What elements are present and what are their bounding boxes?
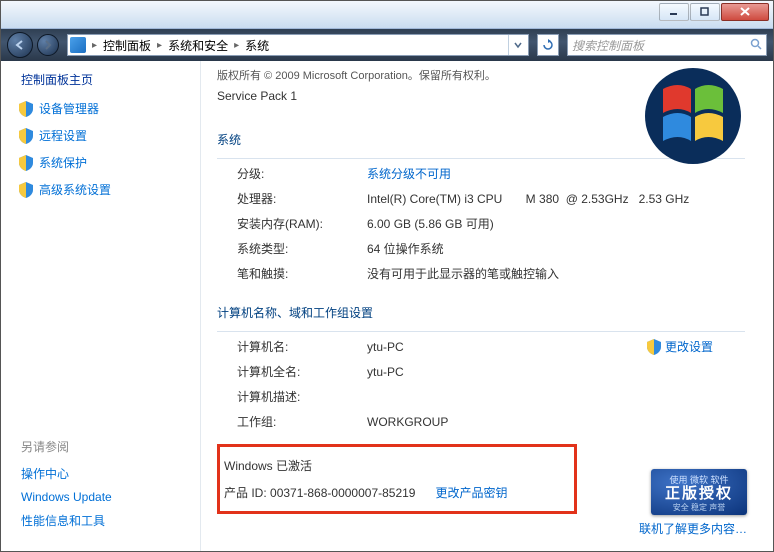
cpu-label: 处理器:: [237, 190, 367, 207]
change-product-key-link[interactable]: 更改产品密钥: [435, 484, 507, 501]
shield-icon: [647, 339, 661, 355]
sidebar-item-device-manager[interactable]: 设备管理器: [19, 100, 194, 117]
address-bar: ▸ 控制面板 ▸ 系统和安全 ▸ 系统 搜索控制面板: [1, 29, 773, 61]
pen-touch-label: 笔和触摸:: [237, 265, 367, 282]
computer-desc-label: 计算机描述:: [237, 388, 367, 405]
back-button[interactable]: [7, 32, 33, 58]
sidebar-item-label: 高级系统设置: [39, 181, 111, 198]
product-id-line: 产品 ID: 00371-868-0000007-85219: [224, 484, 415, 501]
workgroup-label: 工作组:: [237, 413, 367, 430]
cpu-value: Intel(R) Core(TM) i3 CPU M 380 @ 2.53GHz…: [367, 192, 745, 206]
close-button[interactable]: [721, 3, 769, 21]
system-type-label: 系统类型:: [237, 240, 367, 257]
refresh-button[interactable]: [537, 34, 559, 56]
shield-icon: [19, 155, 33, 171]
sidebar: 控制面板主页 设备管理器 远程设置 系统保护 高级系统设置 另请参阅 操作中心 …: [1, 61, 201, 551]
sidebar-item-label: 设备管理器: [39, 100, 99, 117]
control-panel-icon: [70, 37, 86, 53]
system-type-value: 64 位操作系统: [367, 240, 745, 257]
see-also-title: 另请参阅: [19, 438, 194, 455]
crumb-system-security[interactable]: 系统和安全: [166, 37, 230, 54]
shield-icon: [19, 101, 33, 117]
chevron-right-icon[interactable]: ▸: [89, 40, 100, 51]
see-also-action-center[interactable]: 操作中心: [19, 465, 194, 482]
activation-highlight-box: Windows 已激活 产品 ID: 00371-868-0000007-852…: [217, 444, 577, 514]
sidebar-item-remote-settings[interactable]: 远程设置: [19, 127, 194, 144]
ram-value: 6.00 GB (5.86 GB 可用): [367, 215, 745, 232]
badge-line2: 正版授权: [651, 486, 747, 502]
chevron-right-icon[interactable]: ▸: [231, 40, 242, 51]
activation-status: Windows 已激活: [222, 457, 564, 474]
rating-label: 分级:: [237, 165, 367, 182]
shield-icon: [19, 182, 33, 198]
badge-line3: 安全 稳定 声誉: [651, 502, 747, 513]
sidebar-item-label: 远程设置: [39, 127, 87, 144]
minimize-button[interactable]: [659, 3, 689, 21]
computer-name-label: 计算机名:: [237, 338, 367, 355]
section-computer-title: 计算机名称、域和工作组设置: [217, 304, 745, 321]
search-input[interactable]: 搜索控制面板: [567, 34, 767, 56]
forward-button[interactable]: [37, 34, 59, 56]
sidebar-title[interactable]: 控制面板主页: [19, 71, 194, 88]
genuine-badge[interactable]: 使用 微软 软件 正版授权 安全 稳定 声誉: [651, 469, 747, 515]
ram-label: 安装内存(RAM):: [237, 215, 367, 232]
breadcrumb-dropdown[interactable]: [508, 35, 526, 55]
main-panel: 版权所有 © 2009 Microsoft Corporation。保留所有权利…: [201, 61, 773, 551]
computer-fullname-value: ytu-PC: [367, 365, 745, 379]
crumb-control-panel[interactable]: 控制面板: [101, 37, 153, 54]
sidebar-item-advanced-settings[interactable]: 高级系统设置: [19, 181, 194, 198]
search-icon: [750, 38, 762, 53]
shield-icon: [19, 128, 33, 144]
chevron-right-icon[interactable]: ▸: [154, 40, 165, 51]
change-settings-label: 更改设置: [665, 338, 713, 355]
workgroup-value: WORKGROUP: [367, 415, 745, 429]
change-settings-link[interactable]: 更改设置: [647, 338, 713, 355]
crumb-system[interactable]: 系统: [243, 37, 271, 54]
window-titlebar: [1, 1, 773, 29]
sidebar-item-label: 系统保护: [39, 154, 87, 171]
maximize-button[interactable]: [690, 3, 720, 21]
sidebar-item-system-protection[interactable]: 系统保护: [19, 154, 194, 171]
learn-more-link[interactable]: 联机了解更多内容: [639, 520, 747, 537]
search-placeholder: 搜索控制面板: [572, 37, 644, 54]
see-also-windows-update[interactable]: Windows Update: [19, 490, 194, 504]
see-also-performance[interactable]: 性能信息和工具: [19, 512, 194, 529]
pen-touch-value: 没有可用于此显示器的笔或触控输入: [367, 265, 745, 282]
breadcrumb[interactable]: ▸ 控制面板 ▸ 系统和安全 ▸ 系统: [67, 34, 529, 56]
windows-logo-icon: [623, 61, 753, 171]
computer-fullname-label: 计算机全名:: [237, 363, 367, 380]
